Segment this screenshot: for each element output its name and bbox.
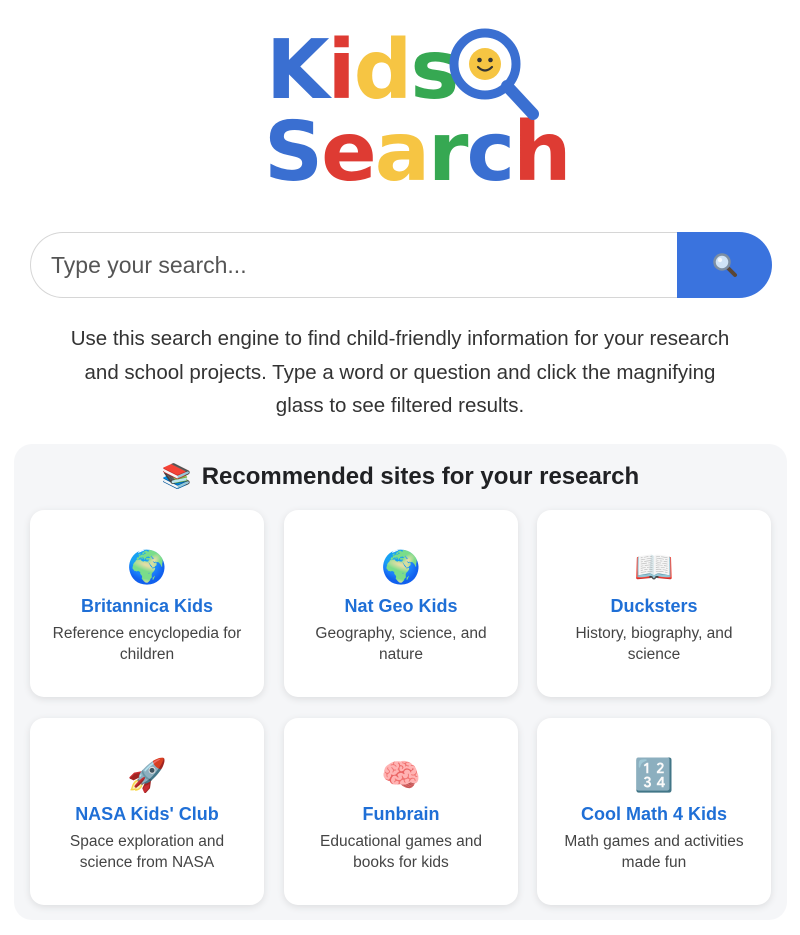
site-card-nasa-kids-club[interactable]: 🚀 NASA Kids' Club Space exploration and … [30,718,264,905]
open-book-icon: 📖 [634,549,674,585]
site-card-title[interactable]: NASA Kids' Club [30,804,264,825]
kids-search-page: Kids Search Use this search engine to fi… [0,0,800,935]
search-input[interactable] [30,232,677,298]
site-card-title[interactable]: Britannica Kids [30,596,264,617]
globe-icon: 🌍 [381,549,421,585]
site-card-britannica-kids[interactable]: 🌍 Britannica Kids Reference encyclopedia… [30,510,264,697]
site-card-title[interactable]: Ducksters [537,596,771,617]
recommended-sites-panel: 📚 Recommended sites for your research 🌍 … [14,444,787,920]
recommended-sites-title: Recommended sites for your research [201,462,640,490]
books-icon: 📚 [161,463,192,490]
logo-word-kids: Kids [266,23,459,118]
site-card-ducksters[interactable]: 📖 Ducksters History, biography, and scie… [537,510,771,697]
rocket-icon: 🚀 [127,757,167,793]
search-bar [30,232,772,298]
site-card-title[interactable]: Funbrain [284,804,518,825]
site-card-title[interactable]: Nat Geo Kids [284,596,518,617]
brain-icon: 🧠 [381,757,421,793]
site-card-description: History, biography, and science [575,625,733,663]
site-card-description: Math games and activities made fun [564,833,744,871]
site-card-description: Geography, science, and nature [315,625,487,663]
magnifying-glass-smiley-icon [449,28,539,120]
site-card-description: Reference encyclopedia for children [52,625,242,663]
kids-search-logo: Kids Search [258,22,571,194]
numbers-icon: 🔢 [634,757,674,793]
site-card-cool-math-4-kids[interactable]: 🔢 Cool Math 4 Kids Math games and activi… [537,718,771,905]
site-card-title[interactable]: Cool Math 4 Kids [537,804,771,825]
search-button[interactable] [677,232,772,298]
recommended-sites-heading: 📚 Recommended sites for your research [14,462,787,491]
site-card-nat-geo-kids[interactable]: 🌍 Nat Geo Kids Geography, science, and n… [284,510,518,697]
magnifying-glass-icon [712,253,737,277]
site-card-description: Space exploration and science from NASA [69,833,225,871]
site-card-funbrain[interactable]: 🧠 Funbrain Educational games and books f… [284,718,518,905]
site-card-description: Educational games and books for kids [319,833,482,871]
globe-icon: 🌍 [127,549,167,585]
search-description: Use this search engine to find child-fri… [70,327,730,417]
